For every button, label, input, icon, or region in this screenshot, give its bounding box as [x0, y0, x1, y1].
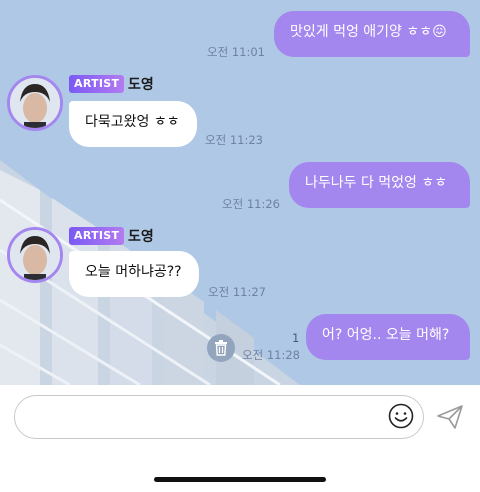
- message-bubble-outgoing[interactable]: 어? 어엉.. 오늘 머해?: [306, 314, 470, 360]
- message-timestamp: 오전 11:23: [205, 133, 263, 147]
- artist-avatar[interactable]: [7, 227, 63, 283]
- message-timestamp: 오전 11:26: [222, 197, 280, 211]
- artist-avatar[interactable]: [7, 75, 63, 131]
- chat-area: 맛있게 먹엉 애기양 ㅎㅎ😖 오전 11:01 ARTIST 도영 다묵고왔엉 …: [0, 0, 480, 385]
- avatar-photo: [10, 230, 60, 280]
- message-timestamp: 오전 11:28: [242, 348, 300, 362]
- unread-count: 1: [292, 331, 300, 345]
- sender-name: 도영: [128, 229, 154, 245]
- message-timestamp: 오전 11:27: [208, 285, 266, 299]
- message-bubble-outgoing[interactable]: 맛있게 먹엉 애기양 ㅎㅎ😖: [274, 11, 470, 57]
- avatar-photo: [10, 78, 60, 128]
- sender-name: 도영: [128, 77, 154, 93]
- delete-message-button[interactable]: [207, 334, 235, 362]
- message-input-bar: [0, 385, 480, 492]
- message-bubble-incoming[interactable]: 다묵고왔엉 ㅎㅎ: [69, 101, 197, 147]
- artist-badge: ARTIST: [69, 75, 125, 93]
- message-input[interactable]: [14, 395, 424, 439]
- smiley-icon[interactable]: [388, 403, 414, 429]
- artist-badge: ARTIST: [69, 227, 125, 245]
- message-bubble-incoming[interactable]: 오늘 머하냐공??: [69, 251, 199, 297]
- message-timestamp: 오전 11:01: [207, 45, 265, 59]
- home-indicator: [154, 477, 326, 482]
- message-bubble-outgoing[interactable]: 나두나두 다 먹었엉 ㅎㅎ: [289, 162, 470, 208]
- paper-plane-icon[interactable]: [436, 404, 464, 430]
- trash-icon: [215, 340, 227, 356]
